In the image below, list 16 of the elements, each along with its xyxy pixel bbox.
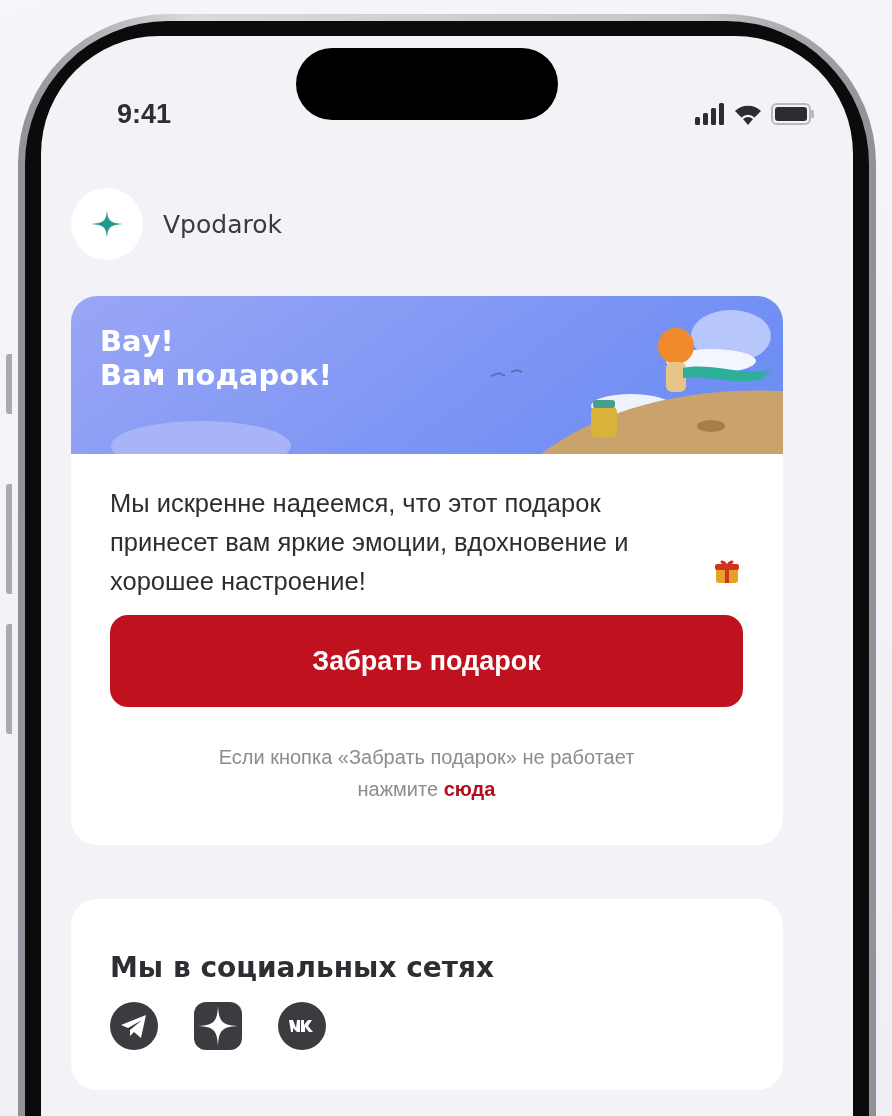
sparkle-icon[interactable]	[194, 1002, 242, 1050]
wifi-icon	[733, 103, 763, 125]
signal-icon	[695, 103, 725, 125]
gift-icon	[714, 558, 740, 584]
battery-icon	[771, 103, 815, 125]
banner-title: Вау!	[100, 324, 175, 358]
paper-plane-icon[interactable]	[110, 1002, 158, 1050]
hint-text: Если кнопка «Забрать подарок» не работает нажмите сюда	[217, 745, 636, 802]
brand-name: Vpodarok	[163, 209, 282, 239]
social-title: Мы в социальных сетях	[110, 951, 496, 984]
vk-icon[interactable]	[278, 1002, 326, 1050]
here-link[interactable]: сюда	[443, 778, 496, 800]
claim-gift-button[interactable]: Забрать подарок	[110, 615, 743, 707]
message-text: Мы искренне надеемся, что этот подарок принесет вам яркие эмоции, вдохновение и хорошее настроение!	[110, 488, 630, 597]
status-time: 9:41	[117, 98, 172, 130]
banner-title: Вам подарок!	[100, 358, 333, 392]
